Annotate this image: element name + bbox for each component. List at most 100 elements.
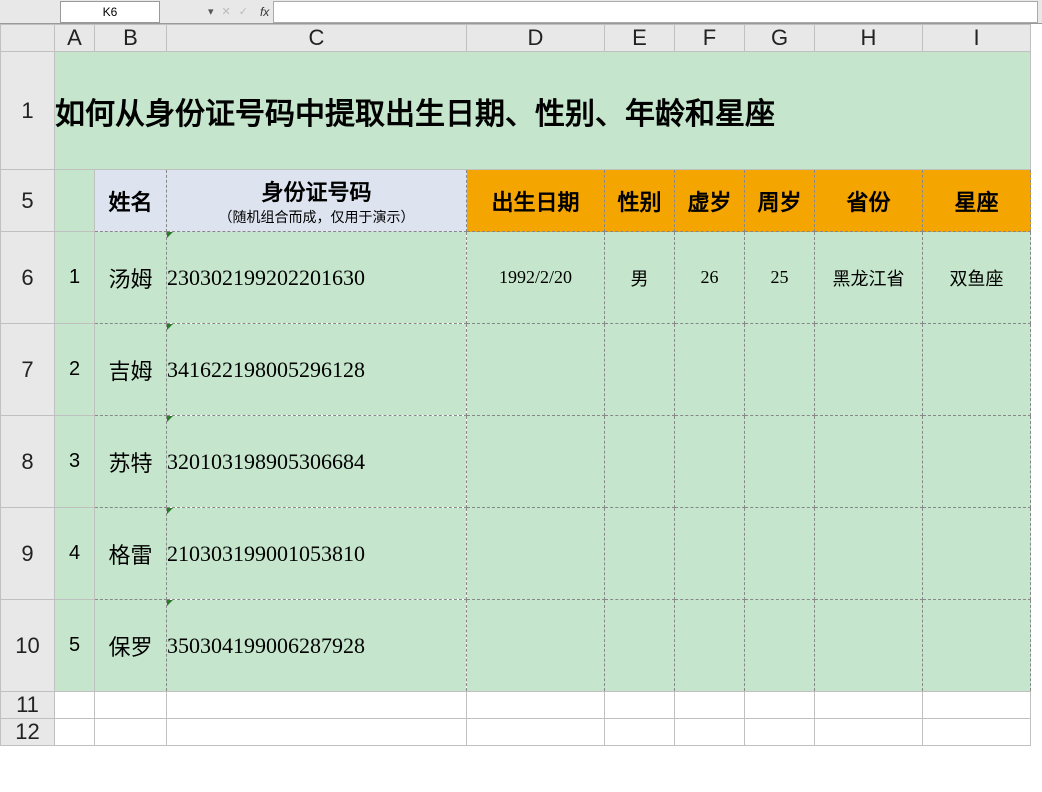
row-header-9[interactable]: 9	[1, 508, 55, 600]
title-cell[interactable]: 如何从身份证号码中提取出生日期、性别、年龄和星座	[55, 52, 1031, 170]
cell-province[interactable]	[815, 324, 923, 416]
cell-D11[interactable]	[467, 692, 605, 719]
cell-id[interactable]: 350304199006287928	[167, 600, 467, 692]
dropdown-icon[interactable]: ▾	[208, 5, 214, 18]
row-header-7[interactable]: 7	[1, 324, 55, 416]
cell-birth[interactable]: 1992/2/20	[467, 232, 605, 324]
cell-province[interactable]	[815, 416, 923, 508]
cell-id[interactable]: 210303199001053810	[167, 508, 467, 600]
cell-age-nominal[interactable]	[675, 416, 745, 508]
header-gender[interactable]: 性别	[605, 170, 675, 232]
cell-id[interactable]: 341622198005296128	[167, 324, 467, 416]
select-all-corner[interactable]	[1, 25, 55, 52]
col-header-B[interactable]: B	[95, 25, 167, 52]
col-header-D[interactable]: D	[467, 25, 605, 52]
cell-gender[interactable]	[605, 416, 675, 508]
col-header-A[interactable]: A	[55, 25, 95, 52]
cell-province[interactable]	[815, 508, 923, 600]
cell-birth[interactable]	[467, 600, 605, 692]
header-id[interactable]: 身份证号码 （随机组合而成，仅用于演示）	[167, 170, 467, 232]
cell-F11[interactable]	[675, 692, 745, 719]
cell-index[interactable]: 2	[55, 324, 95, 416]
cell-H11[interactable]	[815, 692, 923, 719]
row-header-10[interactable]: 10	[1, 600, 55, 692]
row-header-11[interactable]: 11	[1, 692, 55, 719]
cell-E12[interactable]	[605, 719, 675, 746]
fx-label[interactable]: fx	[260, 5, 269, 19]
cell-index[interactable]: 4	[55, 508, 95, 600]
cell-E11[interactable]	[605, 692, 675, 719]
cell-age-full[interactable]	[745, 600, 815, 692]
cell-birth[interactable]	[467, 416, 605, 508]
header-province[interactable]: 省份	[815, 170, 923, 232]
sheet-area[interactable]: A B C D E F G H I 1 如何从身份证号码中提取出生日期、性别、年…	[0, 24, 1042, 792]
cell-index[interactable]: 3	[55, 416, 95, 508]
cell-age-nominal[interactable]	[675, 508, 745, 600]
row-header-8[interactable]: 8	[1, 416, 55, 508]
cell-name[interactable]: 格雷	[95, 508, 167, 600]
col-header-H[interactable]: H	[815, 25, 923, 52]
cell-birth[interactable]	[467, 508, 605, 600]
col-header-E[interactable]: E	[605, 25, 675, 52]
row-header-5[interactable]: 5	[1, 170, 55, 232]
cell-age-full[interactable]	[745, 416, 815, 508]
cell-G11[interactable]	[745, 692, 815, 719]
cell-age-nominal[interactable]: 26	[675, 232, 745, 324]
header-birth[interactable]: 出生日期	[467, 170, 605, 232]
header-age-nominal[interactable]: 虚岁	[675, 170, 745, 232]
cell-name[interactable]: 保罗	[95, 600, 167, 692]
cell-A11[interactable]	[55, 692, 95, 719]
cell-province[interactable]	[815, 600, 923, 692]
cell-id[interactable]: 230302199202201630	[167, 232, 467, 324]
col-header-C[interactable]: C	[167, 25, 467, 52]
cell-age-nominal[interactable]	[675, 324, 745, 416]
cell-gender[interactable]	[605, 508, 675, 600]
cell-age-nominal[interactable]	[675, 600, 745, 692]
header-name[interactable]: 姓名	[95, 170, 167, 232]
accept-icon[interactable]: ✓	[239, 5, 248, 18]
cell-C12[interactable]	[167, 719, 467, 746]
cell-zodiac[interactable]	[923, 600, 1031, 692]
cell-index[interactable]: 1	[55, 232, 95, 324]
cell-age-full[interactable]	[745, 324, 815, 416]
header-zodiac[interactable]: 星座	[923, 170, 1031, 232]
cell-name[interactable]: 苏特	[95, 416, 167, 508]
cell-name[interactable]: 汤姆	[95, 232, 167, 324]
cell-zodiac[interactable]: 双鱼座	[923, 232, 1031, 324]
data-row: 105保罗350304199006287928	[1, 600, 1031, 692]
cell-zodiac[interactable]	[923, 416, 1031, 508]
cell-age-full[interactable]: 25	[745, 232, 815, 324]
header-age-full[interactable]: 周岁	[745, 170, 815, 232]
cell-zodiac[interactable]	[923, 324, 1031, 416]
cell-index[interactable]: 5	[55, 600, 95, 692]
row-header-6[interactable]: 6	[1, 232, 55, 324]
cell-I12[interactable]	[923, 719, 1031, 746]
col-header-G[interactable]: G	[745, 25, 815, 52]
cell-province[interactable]: 黑龙江省	[815, 232, 923, 324]
cell-G12[interactable]	[745, 719, 815, 746]
cell-C11[interactable]	[167, 692, 467, 719]
col-header-I[interactable]: I	[923, 25, 1031, 52]
cell-H12[interactable]	[815, 719, 923, 746]
cell-id[interactable]: 320103198905306684	[167, 416, 467, 508]
cell-I11[interactable]	[923, 692, 1031, 719]
cell-gender[interactable]	[605, 600, 675, 692]
cell-B11[interactable]	[95, 692, 167, 719]
formula-input[interactable]	[273, 1, 1038, 23]
cell-D12[interactable]	[467, 719, 605, 746]
cell-zodiac[interactable]	[923, 508, 1031, 600]
cell-A5[interactable]	[55, 170, 95, 232]
cell-gender[interactable]	[605, 324, 675, 416]
cell-B12[interactable]	[95, 719, 167, 746]
name-box[interactable]: K6	[60, 1, 160, 23]
cell-gender[interactable]: 男	[605, 232, 675, 324]
cancel-icon[interactable]: ✕	[222, 5, 231, 18]
cell-A12[interactable]	[55, 719, 95, 746]
cell-name[interactable]: 吉姆	[95, 324, 167, 416]
cell-age-full[interactable]	[745, 508, 815, 600]
col-header-F[interactable]: F	[675, 25, 745, 52]
cell-birth[interactable]	[467, 324, 605, 416]
row-header-1[interactable]: 1	[1, 52, 55, 170]
cell-F12[interactable]	[675, 719, 745, 746]
row-header-12[interactable]: 12	[1, 719, 55, 746]
